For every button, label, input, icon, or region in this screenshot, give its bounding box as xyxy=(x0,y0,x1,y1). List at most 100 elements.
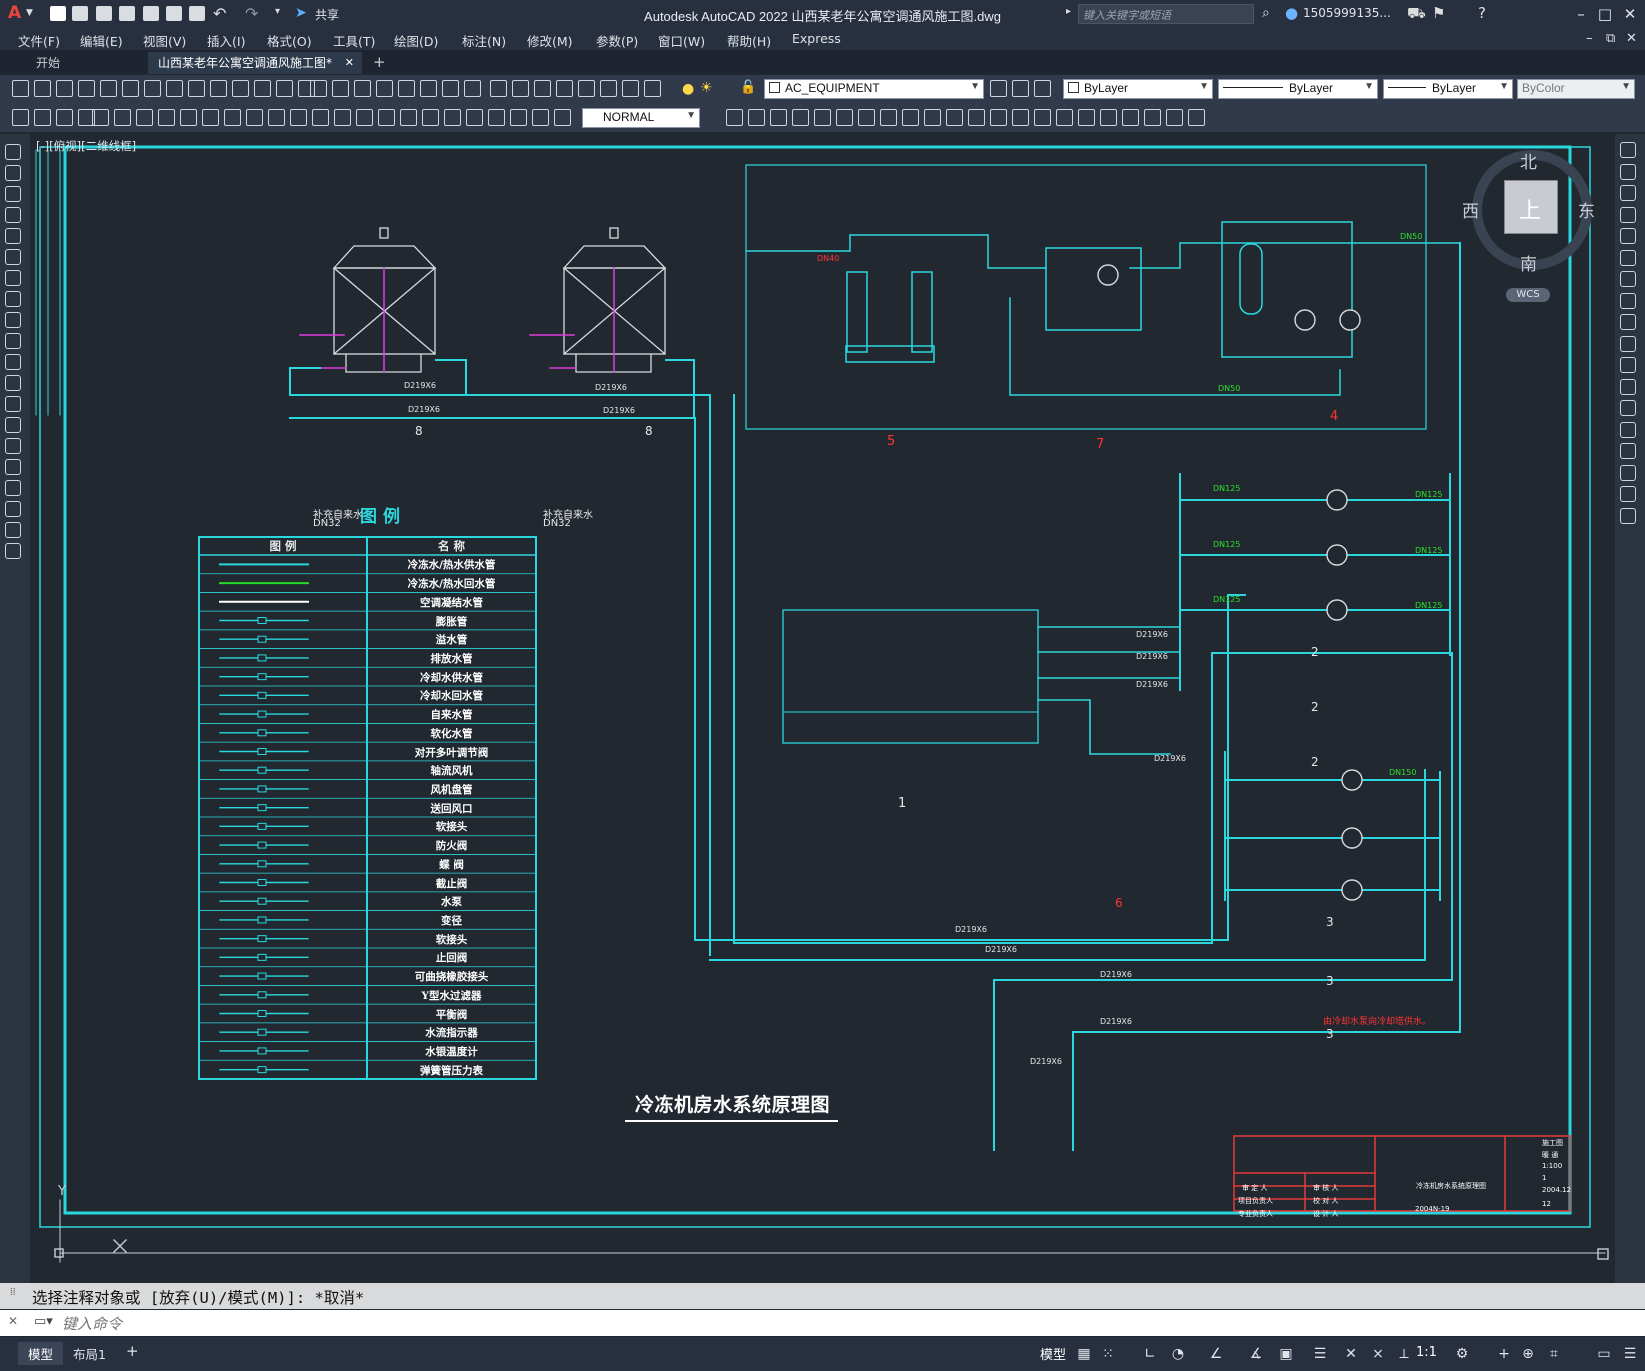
command-recent-icon[interactable]: ▭▾ xyxy=(34,1314,53,1329)
arc-length-icon[interactable] xyxy=(56,109,73,126)
color-dropdown[interactable]: ByLayer ▼ xyxy=(1063,79,1213,99)
new-icon[interactable] xyxy=(578,80,595,97)
insert-block-icon[interactable] xyxy=(5,375,21,391)
layer-thaw-icon[interactable]: ☀ xyxy=(700,80,713,96)
sheet-set-icon[interactable] xyxy=(420,80,437,97)
annotation-scale[interactable]: 1:1 xyxy=(1416,1345,1437,1360)
inspect-icon[interactable] xyxy=(1100,109,1117,126)
grid-icon[interactable]: ▦ xyxy=(1076,1346,1092,1362)
jogged-linear-icon[interactable] xyxy=(1122,109,1139,126)
zoom-previous-icon[interactable] xyxy=(332,80,349,97)
viewcube-top-face[interactable]: 上 xyxy=(1504,180,1558,234)
save-icon[interactable] xyxy=(622,80,639,97)
tab-drawing[interactable]: 山西某老年公寓空调通风施工图* ✕ xyxy=(148,52,363,74)
text-edit-icon[interactable] xyxy=(1166,109,1183,126)
construction-line-icon[interactable] xyxy=(5,165,21,181)
gradient-icon[interactable] xyxy=(5,459,21,475)
layer-dropdown[interactable]: AC_EQUIPMENT ▼ xyxy=(764,79,984,99)
polyline-icon[interactable] xyxy=(5,186,21,202)
add-selected-icon[interactable] xyxy=(5,543,21,559)
doc-minimize-button[interactable]: – xyxy=(1586,31,1593,46)
tab-model[interactable]: 模型 xyxy=(18,1342,64,1365)
text-edit-icon[interactable] xyxy=(400,109,417,126)
layer-lock-icon[interactable]: 🔓 xyxy=(740,80,756,95)
tolerance-icon[interactable] xyxy=(290,109,307,126)
plotstyle-dropdown[interactable]: ByColor ▼ xyxy=(1517,79,1635,99)
circle-icon[interactable] xyxy=(5,270,21,286)
lineweight-icon[interactable]: ☰ xyxy=(1312,1346,1328,1362)
continue-icon[interactable] xyxy=(990,109,1007,126)
minimize-button[interactable]: – xyxy=(1570,4,1592,24)
preview-icon[interactable] xyxy=(990,80,1007,97)
doc-close-button[interactable]: ✕ xyxy=(1626,31,1637,46)
isolate-icon[interactable]: ⊕ xyxy=(1520,1346,1536,1362)
user-icon[interactable]: ● xyxy=(1285,4,1298,22)
save-icon[interactable] xyxy=(56,80,73,97)
tab-start[interactable]: 开始 xyxy=(26,52,70,74)
menu-parametric[interactable]: 参数(P) xyxy=(596,31,638,50)
jogged-icon[interactable] xyxy=(114,109,131,126)
polar-tracking-icon[interactable]: ◔ xyxy=(1170,1346,1186,1362)
viewport-controls[interactable]: [-][俯视][二维线框] xyxy=(36,138,136,154)
snap-icon[interactable] xyxy=(748,109,765,126)
paste-icon[interactable] xyxy=(188,80,205,97)
clip-icon[interactable] xyxy=(532,109,549,126)
menu-tools[interactable]: 工具(T) xyxy=(333,31,375,50)
update-icon[interactable] xyxy=(1188,109,1205,126)
point-icon[interactable] xyxy=(5,417,21,433)
layer-previous-icon[interactable] xyxy=(556,80,573,97)
region-icon[interactable] xyxy=(5,480,21,496)
zoom-window-icon[interactable] xyxy=(310,80,327,97)
publish-icon[interactable] xyxy=(122,80,139,97)
auto-scale-icon[interactable]: ⨯ xyxy=(1370,1346,1386,1362)
ellipse-arc-icon[interactable] xyxy=(5,354,21,370)
edit-dimension-icon[interactable] xyxy=(378,109,395,126)
annotation-visibility-icon[interactable]: ✕ xyxy=(1343,1346,1359,1362)
cut-icon[interactable] xyxy=(144,80,161,97)
trim-icon[interactable] xyxy=(1620,335,1636,352)
tab-close-icon[interactable]: ✕ xyxy=(345,52,354,74)
tool-palettes-icon[interactable] xyxy=(398,80,415,97)
new-tab-icon[interactable]: + xyxy=(373,53,386,71)
break-icon[interactable] xyxy=(1034,109,1051,126)
publish-icon[interactable] xyxy=(1012,80,1029,97)
menu-draw[interactable]: 绘图(D) xyxy=(394,31,438,50)
tab-layout1[interactable]: 布局1 xyxy=(63,1342,116,1365)
space-icon[interactable] xyxy=(246,109,263,126)
center-mark-icon[interactable] xyxy=(312,109,329,126)
command-close-icon[interactable]: ✕ xyxy=(8,1314,18,1328)
markup-icon[interactable] xyxy=(442,80,459,97)
viewcube-west[interactable]: 西 xyxy=(1462,197,1479,222)
cut-icon[interactable] xyxy=(1034,80,1051,97)
revision-cloud-icon[interactable] xyxy=(5,291,21,307)
calculator-icon[interactable] xyxy=(464,80,481,97)
new-icon[interactable] xyxy=(12,80,29,97)
join-icon[interactable] xyxy=(1620,421,1636,438)
redo-icon[interactable] xyxy=(254,80,271,97)
continue-icon[interactable] xyxy=(224,109,241,126)
explode-icon[interactable] xyxy=(1620,507,1636,524)
menu-file[interactable]: 文件(F) xyxy=(18,31,60,50)
dimstyle-dropdown[interactable]: NORMAL ▼ xyxy=(582,108,700,128)
dimension-style-icon[interactable] xyxy=(444,109,461,126)
wcs-menu[interactable]: WCS xyxy=(1506,288,1550,302)
line-icon[interactable] xyxy=(5,144,21,160)
undo-icon[interactable] xyxy=(232,80,249,97)
block-icon[interactable] xyxy=(466,109,483,126)
plot-icon[interactable] xyxy=(644,80,661,97)
menu-modify[interactable]: 修改(M) xyxy=(527,31,573,50)
adjust-icon[interactable] xyxy=(554,109,571,126)
erase-icon[interactable] xyxy=(1620,142,1636,158)
dynamic-ucs-icon[interactable]: ▣ xyxy=(1278,1346,1294,1362)
help-icon[interactable] xyxy=(490,80,507,97)
copy-icon[interactable] xyxy=(1620,163,1636,180)
jogged-icon[interactable] xyxy=(880,109,897,126)
add-layout-icon[interactable]: + xyxy=(126,1342,139,1360)
close-button[interactable]: ✕ xyxy=(1619,4,1641,24)
model-space-button[interactable]: 模型 xyxy=(1040,1344,1066,1363)
array-icon[interactable] xyxy=(1620,228,1636,244)
snap-mode-icon[interactable]: ⁙ xyxy=(1100,1346,1116,1362)
open-icon[interactable] xyxy=(34,80,51,97)
lineweight-dropdown[interactable]: ByLayer ▼ xyxy=(1383,79,1513,99)
scale-icon[interactable] xyxy=(1620,292,1636,309)
